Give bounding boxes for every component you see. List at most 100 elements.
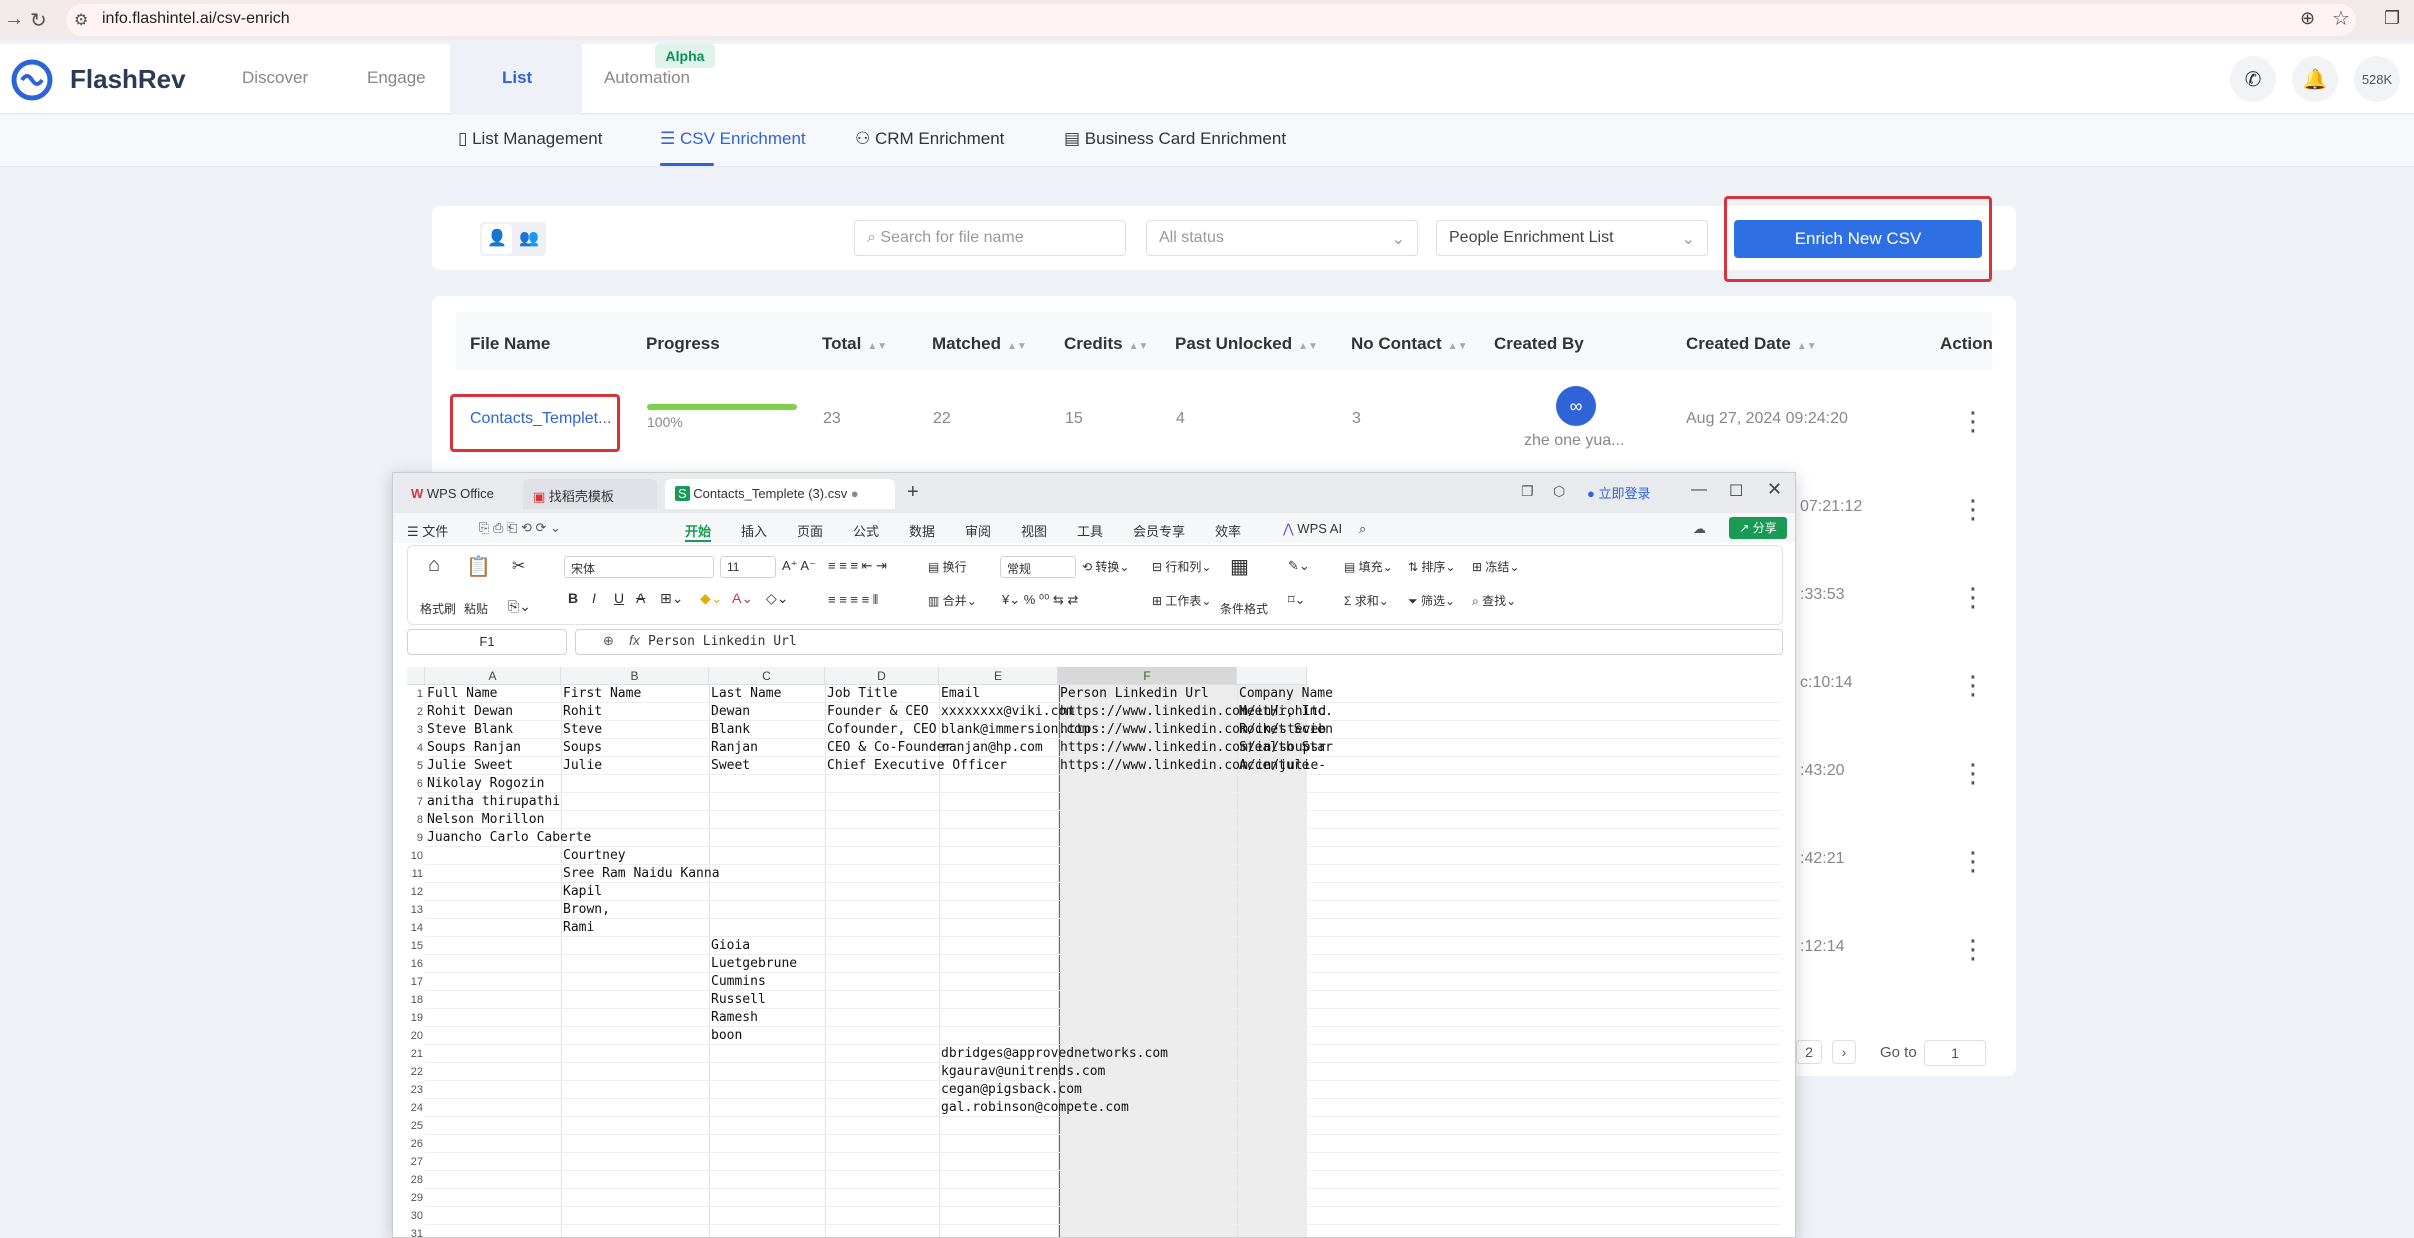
grid-cell[interactable]: cegan@pigsback.com xyxy=(941,1081,1082,1099)
settings-icon[interactable]: ⬡ xyxy=(1553,483,1565,500)
table-style-icon[interactable]: ⌑⌄ xyxy=(1288,592,1306,608)
row-col-button[interactable]: ⊟ 行和列⌄ xyxy=(1152,558,1211,575)
quick-access-icons[interactable]: ⎘ ⎙ ⎗ ⟲ ⟳ ⌄ xyxy=(479,520,561,536)
row-header[interactable]: 12 xyxy=(407,883,425,901)
grid-cell[interactable]: Ranjan xyxy=(711,739,758,757)
grid-cell[interactable]: Email xyxy=(941,685,980,703)
share-button[interactable]: ↗ 分享 xyxy=(1729,517,1787,539)
bookmark-star-icon[interactable]: ☆ xyxy=(2332,6,2350,31)
address-bar[interactable]: ⚙ xyxy=(66,4,2356,36)
cloud-icon[interactable]: ☁ xyxy=(1693,521,1706,537)
row-header[interactable]: 9 xyxy=(407,829,425,847)
style-icon[interactable]: ✎⌄ xyxy=(1288,558,1310,574)
row-header[interactable]: 24 xyxy=(407,1099,425,1117)
tab-csv-enrichment[interactable]: ☰ CSV Enrichment xyxy=(660,129,806,149)
brand-name[interactable]: FlashRev xyxy=(70,64,186,95)
freeze-button[interactable]: ⊞ 冻结⌄ xyxy=(1472,558,1519,575)
grid-cell[interactable]: ranjan@hp.com xyxy=(941,739,1043,757)
url-text[interactable]: info.flashintel.ai/csv-enrich xyxy=(102,10,290,28)
menu-wps-ai[interactable]: ⋀ WPS AI xyxy=(1283,521,1342,537)
row-header[interactable]: 3 xyxy=(407,721,425,739)
new-tab-icon[interactable]: + xyxy=(907,481,919,504)
find-button[interactable]: ⌕ 查找⌄ xyxy=(1472,592,1516,609)
grid-cell[interactable]: Rohit xyxy=(563,703,602,721)
grid-cell[interactable]: CEO & Co-Founder xyxy=(827,739,952,757)
notification-button[interactable]: 🔔 xyxy=(2292,56,2338,102)
grid-cell[interactable]: Soups xyxy=(563,739,602,757)
extensions-icon[interactable]: ❐ xyxy=(2384,8,2400,29)
col-matched[interactable]: Matched ▲▼ xyxy=(932,334,1027,354)
grid-cell[interactable]: dbridges@approvednetworks.com xyxy=(941,1045,1168,1063)
grid-cell[interactable]: Russell xyxy=(711,991,766,1009)
grid-cell[interactable]: Company Name xyxy=(1239,685,1333,703)
fill-button[interactable]: ▤ 填充⌄ xyxy=(1344,558,1393,575)
column-header-b[interactable]: B xyxy=(561,667,709,685)
col-past-unlocked[interactable]: Past Unlocked ▲▼ xyxy=(1175,334,1318,354)
grid-cell[interactable]: Nelson Morillon xyxy=(427,811,544,829)
paste-icon[interactable]: 📋 xyxy=(466,554,491,579)
column-header-g[interactable] xyxy=(1237,667,1307,685)
align-left-icons[interactable]: ≡ ≡ ≡ ≡ ⫴ xyxy=(828,592,878,608)
close-icon[interactable]: ● xyxy=(851,486,859,501)
enrich-new-csv-button[interactable]: Enrich New CSV xyxy=(1734,220,1982,258)
font-size-select[interactable]: 11 xyxy=(720,556,776,578)
format-painter-icon[interactable]: ⌂ xyxy=(428,554,440,577)
grid-cell[interactable]: anitha thirupathi xyxy=(427,793,560,811)
search-input[interactable]: ⌕ Search for file name xyxy=(854,220,1126,256)
row-header[interactable]: 2 xyxy=(407,703,425,721)
row-header[interactable]: 17 xyxy=(407,973,425,991)
grid-cell[interactable]: Steve Blank xyxy=(427,721,513,739)
grid-cell[interactable]: Kapil xyxy=(563,883,602,901)
convert-button[interactable]: ⟲ 转换⌄ xyxy=(1082,558,1129,575)
spreadsheet-grid[interactable]: A B C D E F 1 2 3 4 5 6 7 8 9 10 11 12 13 14 15 16 17 18 19 20 21 2… xyxy=(407,667,1781,1237)
font-color-icon[interactable]: A⌄ xyxy=(732,590,753,607)
fill-color-icon[interactable]: ◆⌄ xyxy=(700,590,723,607)
grid-cell[interactable]: Chief Executive Officer xyxy=(827,757,1007,775)
row-actions-icon[interactable]: ⋮ xyxy=(1960,936,1986,962)
wps-tab-csv[interactable]: S Contacts_Templete (3).csv ● xyxy=(665,479,895,509)
grid-cell[interactable]: Accenture xyxy=(1239,757,1309,775)
window-layout-icon[interactable]: ❐ xyxy=(1521,483,1534,500)
row-header[interactable]: 16 xyxy=(407,955,425,973)
row-header[interactable]: 5 xyxy=(407,757,425,775)
grid-cell[interactable]: Sweet xyxy=(711,757,750,775)
menu-data[interactable]: 数据 xyxy=(909,521,935,540)
grid-cell[interactable]: gal.robinson@compete.com xyxy=(941,1099,1129,1117)
col-credits[interactable]: Credits ▲▼ xyxy=(1064,334,1148,354)
number-format-select[interactable]: 常规 xyxy=(1000,556,1076,578)
menu-view[interactable]: 视图 xyxy=(1021,521,1047,540)
row-header[interactable]: 1 xyxy=(407,685,425,703)
grid-cell[interactable]: Last Name xyxy=(711,685,781,703)
row-header[interactable]: 8 xyxy=(407,811,425,829)
grid-cell[interactable]: Person Linkedin Url xyxy=(1060,685,1209,703)
column-header-c[interactable]: C xyxy=(709,667,825,685)
back-icon[interactable]: → xyxy=(4,8,24,31)
status-select[interactable]: All status ⌄ xyxy=(1146,220,1418,256)
goto-input[interactable]: 1 xyxy=(1924,1040,1986,1066)
wps-tab-home[interactable]: W WPS Office xyxy=(401,479,515,509)
row-header[interactable]: 15 xyxy=(407,937,425,955)
row-actions-icon[interactable]: ⋮ xyxy=(1960,848,1986,874)
grid-cell[interactable]: MeetHi, Inc. xyxy=(1239,703,1333,721)
column-header-a[interactable]: A xyxy=(425,667,561,685)
window-close-icon[interactable]: ✕ xyxy=(1767,479,1782,500)
search-icon[interactable]: ⌕ xyxy=(1359,521,1366,537)
menu-tools[interactable]: 工具 xyxy=(1077,521,1103,540)
file-name-link[interactable]: Contacts_Templet... xyxy=(470,410,611,428)
row-header[interactable]: 10 xyxy=(407,847,425,865)
font-select[interactable]: 宋体 xyxy=(564,556,714,578)
grid-cell[interactable]: Stealth Star xyxy=(1239,739,1333,757)
italic-icon[interactable]: I xyxy=(592,590,596,606)
menu-page[interactable]: 页面 xyxy=(797,521,823,540)
grid-cell[interactable]: Julie Sweet xyxy=(427,757,513,775)
grid-cell[interactable]: Ramesh xyxy=(711,1009,758,1027)
reload-icon[interactable]: ↻ xyxy=(30,8,47,33)
column-header-f[interactable]: F xyxy=(1058,667,1237,685)
tab-list-management[interactable]: ▯ List Management xyxy=(458,129,602,149)
grid-cell[interactable]: Julie xyxy=(563,757,602,775)
row-header[interactable]: 28 xyxy=(407,1171,425,1189)
grid-cell[interactable]: Courtney xyxy=(563,847,626,865)
row-header[interactable]: 19 xyxy=(407,1009,425,1027)
menu-review[interactable]: 审阅 xyxy=(965,521,991,540)
grid-cell[interactable]: Full Name xyxy=(427,685,497,703)
